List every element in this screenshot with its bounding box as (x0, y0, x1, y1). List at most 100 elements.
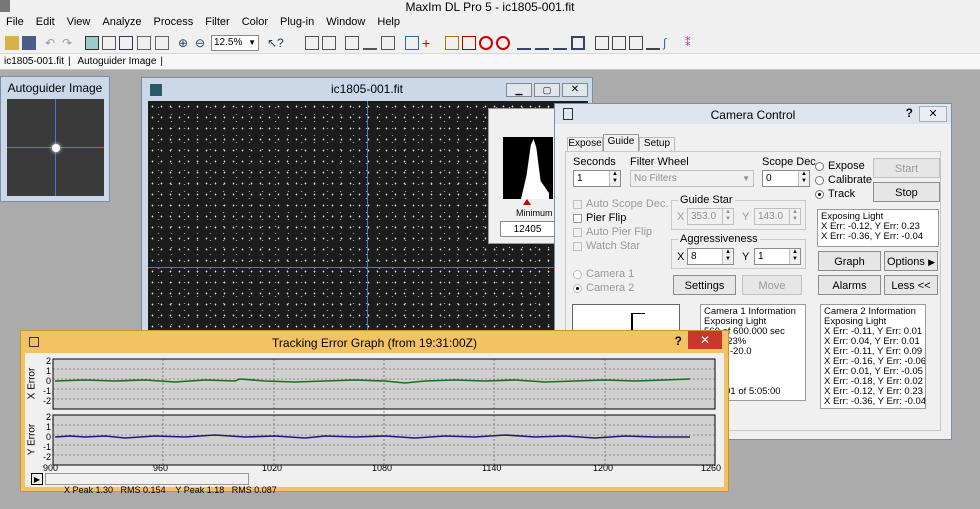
info-window-icon[interactable] (305, 36, 319, 50)
calibrate-icon[interactable] (445, 36, 459, 50)
box-icon[interactable] (571, 36, 585, 50)
blink-icon[interactable] (496, 36, 510, 50)
graph-icon[interactable] (535, 36, 549, 50)
zoom-select[interactable]: 12.5% ▼ (211, 35, 259, 51)
astrometry-icon[interactable] (629, 36, 643, 50)
seconds-label: Seconds (573, 156, 616, 168)
scope-dec-spinner[interactable]: ▲ ▼ (798, 171, 809, 186)
tab-setup[interactable]: Setup (639, 137, 675, 152)
radio-dot (573, 269, 582, 279)
aggressiveness-y-spinner[interactable]: ▲ ▼ (789, 249, 800, 264)
tab-autoguider[interactable]: Autoguider Image (73, 56, 160, 67)
menu-help[interactable]: Help (371, 14, 406, 28)
menu-color[interactable]: Color (236, 14, 274, 28)
minimize-button[interactable]: ▁ (506, 83, 532, 97)
menu-window[interactable]: Window (320, 14, 371, 28)
menu-process[interactable]: Process (148, 14, 200, 28)
add-icon[interactable]: + (422, 36, 436, 50)
aggressiveness-x-spinner[interactable]: ▲ ▼ (722, 249, 733, 264)
menu-edit[interactable]: Edit (30, 14, 61, 28)
camera-control-icon[interactable] (345, 36, 359, 50)
help-icon[interactable]: ? (906, 106, 913, 120)
close-button[interactable]: ✕ (562, 83, 588, 97)
tab-ic1805[interactable]: ic1805-001.fit (0, 56, 68, 67)
kernel-icon[interactable] (479, 36, 493, 50)
auto-pier-flip-checkbox[interactable]: Auto Pier Flip (573, 226, 652, 238)
aggressiveness-y-field[interactable]: 1 ▲ ▼ (754, 248, 801, 265)
screen-stretch-icon[interactable] (322, 36, 336, 50)
window-icon[interactable] (595, 36, 609, 50)
mode-calibrate-label: Calibrate (828, 174, 873, 186)
min-marker-icon[interactable] (523, 199, 531, 205)
line-profile-icon[interactable] (553, 36, 567, 50)
less-button[interactable]: Less << (884, 275, 938, 295)
watch-star-checkbox[interactable]: Watch Star (573, 240, 640, 252)
guide-star-y-field[interactable]: 143.0 ▲ ▼ (754, 208, 801, 225)
app-icon[interactable] (0, 0, 10, 12)
graph-button[interactable]: Graph (818, 251, 881, 271)
stack-icon[interactable]: ⁑ (685, 36, 699, 50)
settings-button[interactable]: Settings (673, 275, 736, 295)
camera1-radio[interactable]: Camera 1 (573, 268, 634, 280)
photometry-icon[interactable] (612, 36, 626, 50)
guide-star-x-spinner[interactable]: ▲ ▼ (722, 209, 733, 224)
crop-icon[interactable] (102, 36, 116, 50)
undo-icon[interactable]: ↶ (45, 36, 59, 50)
zoom-out-icon[interactable]: ⊖ (195, 36, 209, 50)
menu-view[interactable]: View (61, 14, 97, 28)
chevron-right-icon: ▶ (928, 257, 935, 267)
close-button[interactable]: ✕ (688, 331, 722, 349)
filter-wheel-select[interactable]: No Filters ▼ (630, 170, 754, 187)
tab-expose[interactable]: Expose (567, 137, 603, 152)
image-view-icon[interactable] (85, 36, 99, 50)
start-button[interactable]: Start (873, 158, 940, 178)
auto-scope-dec-checkbox[interactable]: Auto Scope Dec. (573, 198, 669, 210)
close-icon[interactable]: ✕ (919, 106, 947, 122)
seconds-field[interactable]: 1 ▲ ▼ (573, 170, 621, 187)
menu-analyze[interactable]: Analyze (96, 14, 147, 28)
autoguider-window[interactable]: Autoguider Image (0, 76, 110, 202)
redo-icon[interactable]: ↷ (62, 36, 76, 50)
tracking-error-window[interactable]: Tracking Error Graph (from 19:31:00Z) ? … (20, 330, 729, 495)
alarms-button[interactable]: Alarms (818, 275, 881, 295)
stamp-icon[interactable] (137, 36, 151, 50)
menu-plugin[interactable]: Plug-in (274, 14, 320, 28)
minimum-value: 12405 (513, 224, 542, 235)
seconds-spinner[interactable]: ▲ ▼ (609, 171, 620, 186)
menu-file[interactable]: File (0, 14, 30, 28)
guide-star-x-field[interactable]: 353.0 ▲ ▼ (687, 208, 734, 225)
maximize-button[interactable]: ▢ (534, 83, 560, 97)
mode-expose-radio[interactable]: Expose (815, 160, 865, 172)
filter-icon[interactable] (462, 36, 476, 50)
tab-guide[interactable]: Guide (603, 134, 639, 152)
help-pointer-icon[interactable]: ↖? (267, 36, 284, 50)
move-button[interactable]: Move (742, 275, 802, 295)
telescope-icon[interactable] (363, 36, 377, 50)
menu-filter[interactable]: Filter (199, 14, 235, 28)
options-button[interactable]: Options ▶ (884, 251, 938, 271)
aggressiveness-x-field[interactable]: 8 ▲ ▼ (687, 248, 734, 265)
minimum-field[interactable]: 12405 (500, 221, 555, 237)
zoom-in-icon[interactable]: ⊕ (178, 36, 192, 50)
pier-flip-checkbox[interactable]: Pier Flip (573, 212, 626, 224)
mode-calibrate-radio[interactable]: Calibrate (815, 174, 872, 186)
play-button[interactable]: ▶ (31, 473, 43, 485)
histogram-icon[interactable] (517, 36, 531, 50)
help-icon[interactable]: ? (675, 334, 682, 348)
guide-star-y-spinner[interactable]: ▲ ▼ (789, 209, 800, 224)
open-folder-icon[interactable] (5, 36, 19, 50)
aggressiveness-x-label: X (677, 251, 685, 263)
pan-icon[interactable] (155, 36, 169, 50)
annotate-icon[interactable] (646, 36, 660, 50)
mode-track-radio[interactable]: Track (815, 188, 855, 200)
crosshair-icon[interactable] (119, 36, 133, 50)
camera2-radio[interactable]: Camera 2 (573, 282, 634, 294)
zoom-value: 12.5% (214, 37, 243, 48)
copy-icon[interactable] (405, 36, 419, 50)
curve-icon[interactable]: ∫ (663, 36, 677, 50)
observatory-icon[interactable] (381, 36, 395, 50)
radio-dot (573, 283, 582, 293)
save-icon[interactable] (22, 36, 36, 50)
scope-dec-field[interactable]: 0 ▲ ▼ (762, 170, 810, 187)
stop-button[interactable]: Stop (873, 182, 940, 202)
